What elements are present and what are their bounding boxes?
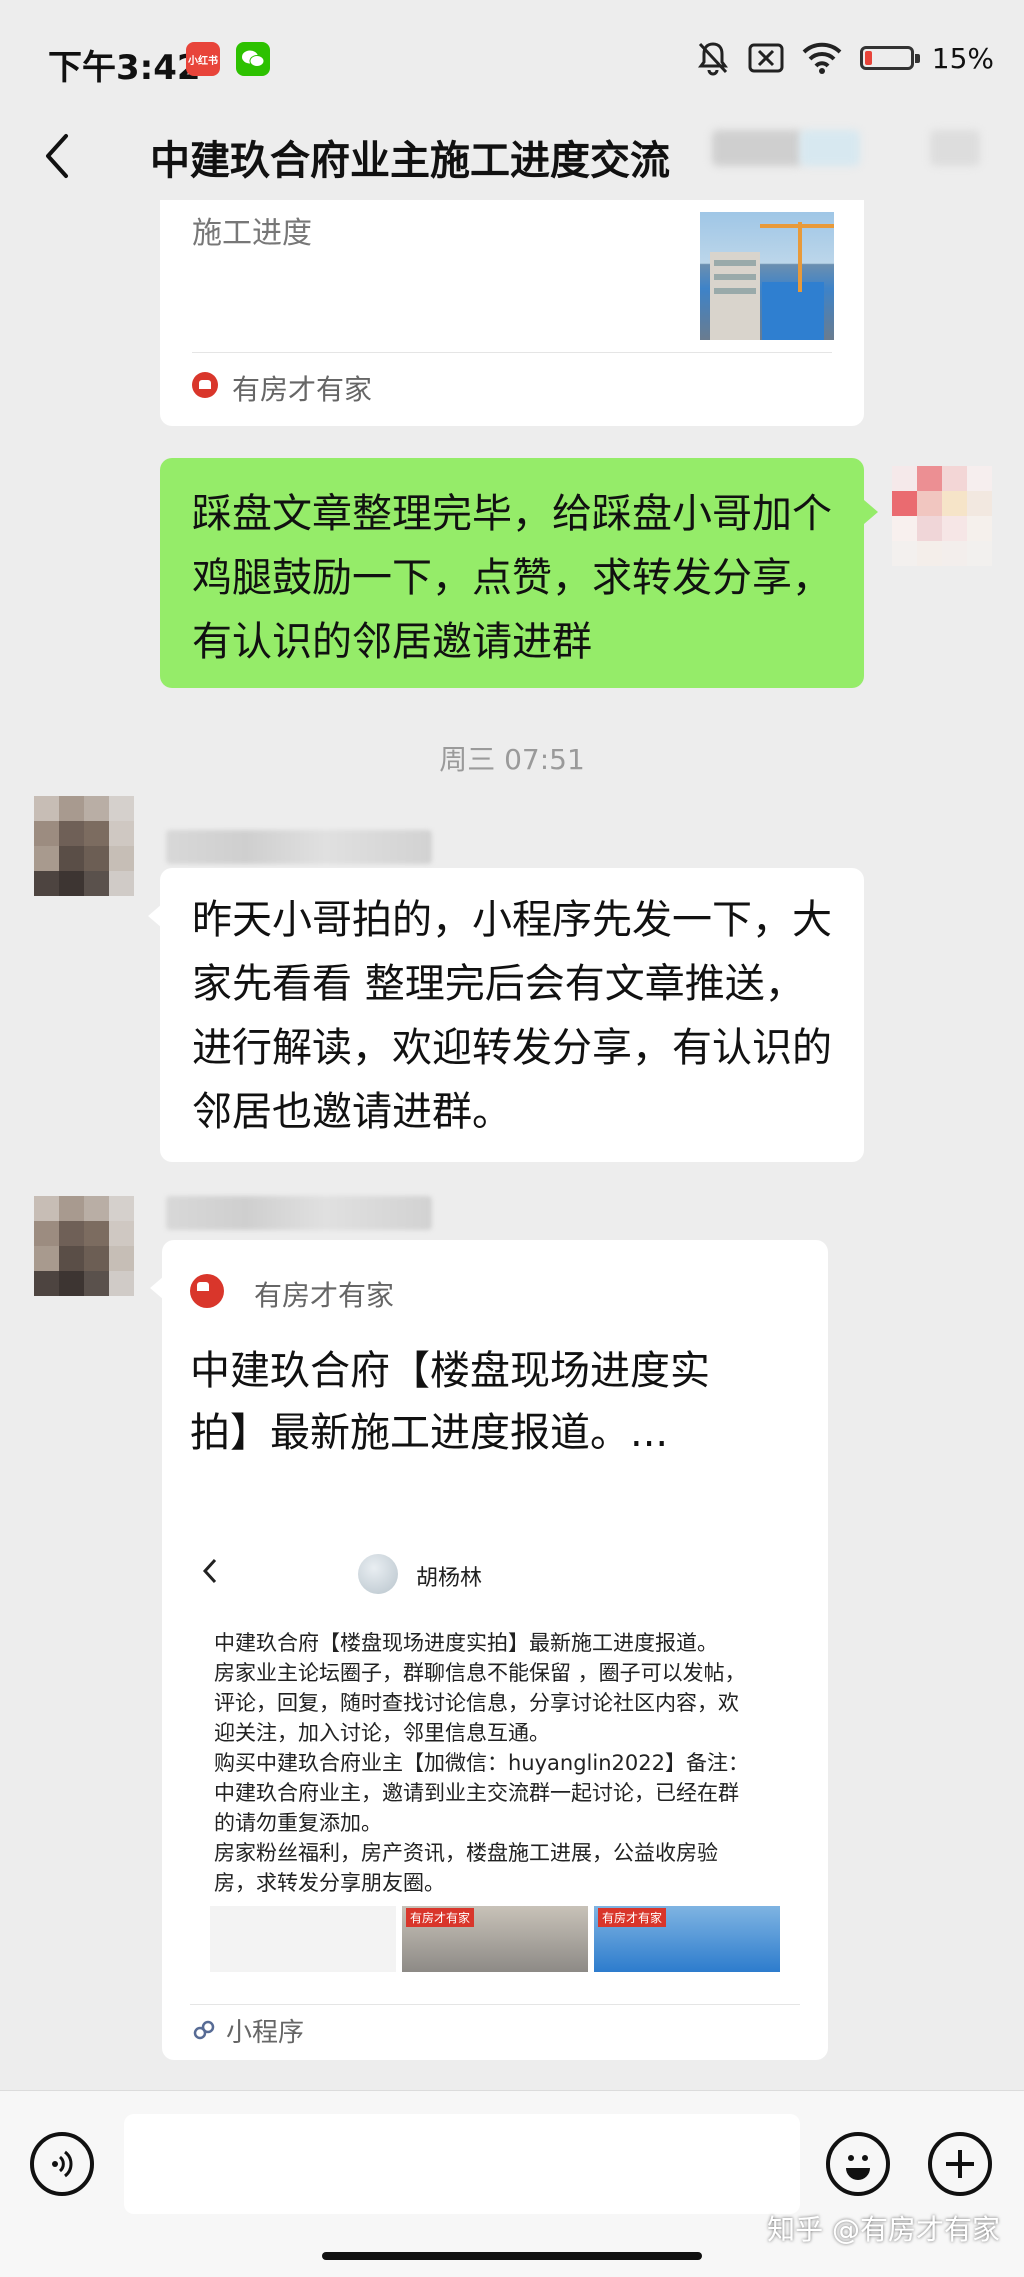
source-logo-icon xyxy=(190,1274,224,1308)
preview-author: 胡杨林 xyxy=(416,1566,483,1591)
card-divider xyxy=(192,352,832,353)
status-time: 下午3:42 xyxy=(48,48,201,88)
incoming-message-text: 昨天小哥拍的，小程序先发一下，大家先看看 整理完后会有文章推送，进行解读，欢迎转… xyxy=(192,897,832,1135)
sender-name xyxy=(166,830,432,864)
card-title: 施工进度 xyxy=(192,216,312,251)
preview-thumb-2: 有房才有家 xyxy=(402,1906,588,1972)
bubble-tail xyxy=(148,904,162,928)
chat-title[interactable]: 中建玖合府业主施工进度交流 xyxy=(150,128,670,186)
preview-line: 中建玖合府【楼盘现场进度实拍】最新施工进度报道。 xyxy=(214,1631,718,1655)
mute-bell-icon xyxy=(697,42,728,76)
preview-line: 中建玖合府业主，邀请到业主交流群一起讨论，已经在群 xyxy=(214,1781,739,1805)
preview-line: 房家粉丝福利，房产资讯，楼盘施工进展，公益收房验 xyxy=(214,1841,718,1865)
status-icons: 15% xyxy=(696,38,994,78)
outgoing-message[interactable]: 踩盘文章整理完毕，给踩盘小哥加个鸡腿鼓励一下，点赞，求转发分享，有认识的邻居邀请… xyxy=(160,458,878,688)
preview-thumb-1 xyxy=(210,1906,396,1972)
card-thumbnail xyxy=(700,212,834,340)
home-indicator[interactable] xyxy=(322,2252,702,2260)
preview-line: 房家业主论坛圈子，群聊信息不能保留 ，圈子可以发帖， xyxy=(214,1661,746,1685)
bubble-tail xyxy=(150,1276,164,1300)
card-source: 有房才有家 xyxy=(232,373,373,406)
outgoing-message-text: 踩盘文章整理完毕，给踩盘小哥加个鸡腿鼓励一下，点赞，求转发分享，有认识的邻居邀请… xyxy=(192,491,832,665)
bubble-tail xyxy=(864,500,878,524)
article-card[interactable]: 施工进度 有房才有家 xyxy=(160,200,864,426)
mini-program-label: 小程序 xyxy=(226,2018,305,2048)
crane-image xyxy=(710,222,834,340)
card-divider xyxy=(190,2004,800,2005)
preview-line: 房，求转发分享朋友圈。 xyxy=(214,1871,445,1895)
voice-button[interactable] xyxy=(30,2132,94,2196)
redacted-title-part xyxy=(800,130,860,166)
self-avatar[interactable] xyxy=(892,466,992,566)
preview-back-icon xyxy=(202,1558,217,1584)
mini-program-preview: 胡杨林 中建玖合府【楼盘现场进度实拍】最新施工进度报道。 房家业主论坛圈子，群聊… xyxy=(190,1534,780,1972)
mini-program-source: 有房才有家 xyxy=(254,1279,395,1312)
mini-program-title: 中建玖合府【楼盘现场进度实拍】最新施工进度报道。... xyxy=(190,1348,710,1456)
preview-text: 中建玖合府【楼盘现场进度实拍】最新施工进度报道。 房家业主论坛圈子，群聊信息不能… xyxy=(214,1628,774,1898)
wifi-icon xyxy=(802,42,842,74)
preview-line: 的请勿重复添加。 xyxy=(214,1811,382,1835)
watermark: 知乎 @有房才有家 xyxy=(767,2213,1000,2246)
battery-level xyxy=(864,51,872,65)
mini-program-card[interactable]: 有房才有家 中建玖合府【楼盘现场进度实拍】最新施工进度报道。... 胡杨林 中建… xyxy=(150,1240,828,2060)
thumb-label: 有房才有家 xyxy=(406,1908,475,1927)
sender-name xyxy=(166,1196,432,1230)
xiaohongshu-icon: 小红书 xyxy=(186,42,220,76)
redacted-title-part xyxy=(930,130,980,166)
incoming-message[interactable]: 昨天小哥拍的，小程序先发一下，大家先看看 整理完后会有文章推送，进行解读，欢迎转… xyxy=(148,868,864,1162)
voice-icon xyxy=(52,2150,73,2178)
sender-avatar[interactable] xyxy=(34,1196,134,1296)
preview-line: 迎关注，加入讨论，邻里信息互通。 xyxy=(214,1721,550,1745)
author-avatar xyxy=(358,1554,398,1594)
close-box-icon xyxy=(748,43,784,73)
sender-avatar[interactable] xyxy=(34,796,134,896)
battery-percent: 15% xyxy=(931,41,994,75)
preview-thumb-3: 有房才有家 xyxy=(594,1906,780,1972)
more-button[interactable] xyxy=(928,2132,992,2196)
battery-icon xyxy=(859,46,920,70)
preview-line: 购买中建玖合府业主【加微信：huyanglin2022】备注： xyxy=(214,1751,749,1775)
back-arrow-icon[interactable] xyxy=(30,126,90,186)
thumb-label: 有房才有家 xyxy=(598,1908,667,1927)
wechat-icon xyxy=(236,42,270,76)
preview-line: 评论，回复，随时查找讨论信息，分享讨论社区内容，欢 xyxy=(214,1691,739,1715)
message-timestamp: 周三 07:51 xyxy=(439,743,585,776)
mini-program-icon xyxy=(193,2020,215,2040)
source-logo-icon xyxy=(192,372,218,398)
emoji-button[interactable] xyxy=(826,2132,890,2196)
message-input[interactable] xyxy=(124,2114,800,2214)
plus-icon xyxy=(946,2150,974,2178)
emoji-icon xyxy=(846,2155,870,2180)
redacted-title-part xyxy=(712,130,802,166)
